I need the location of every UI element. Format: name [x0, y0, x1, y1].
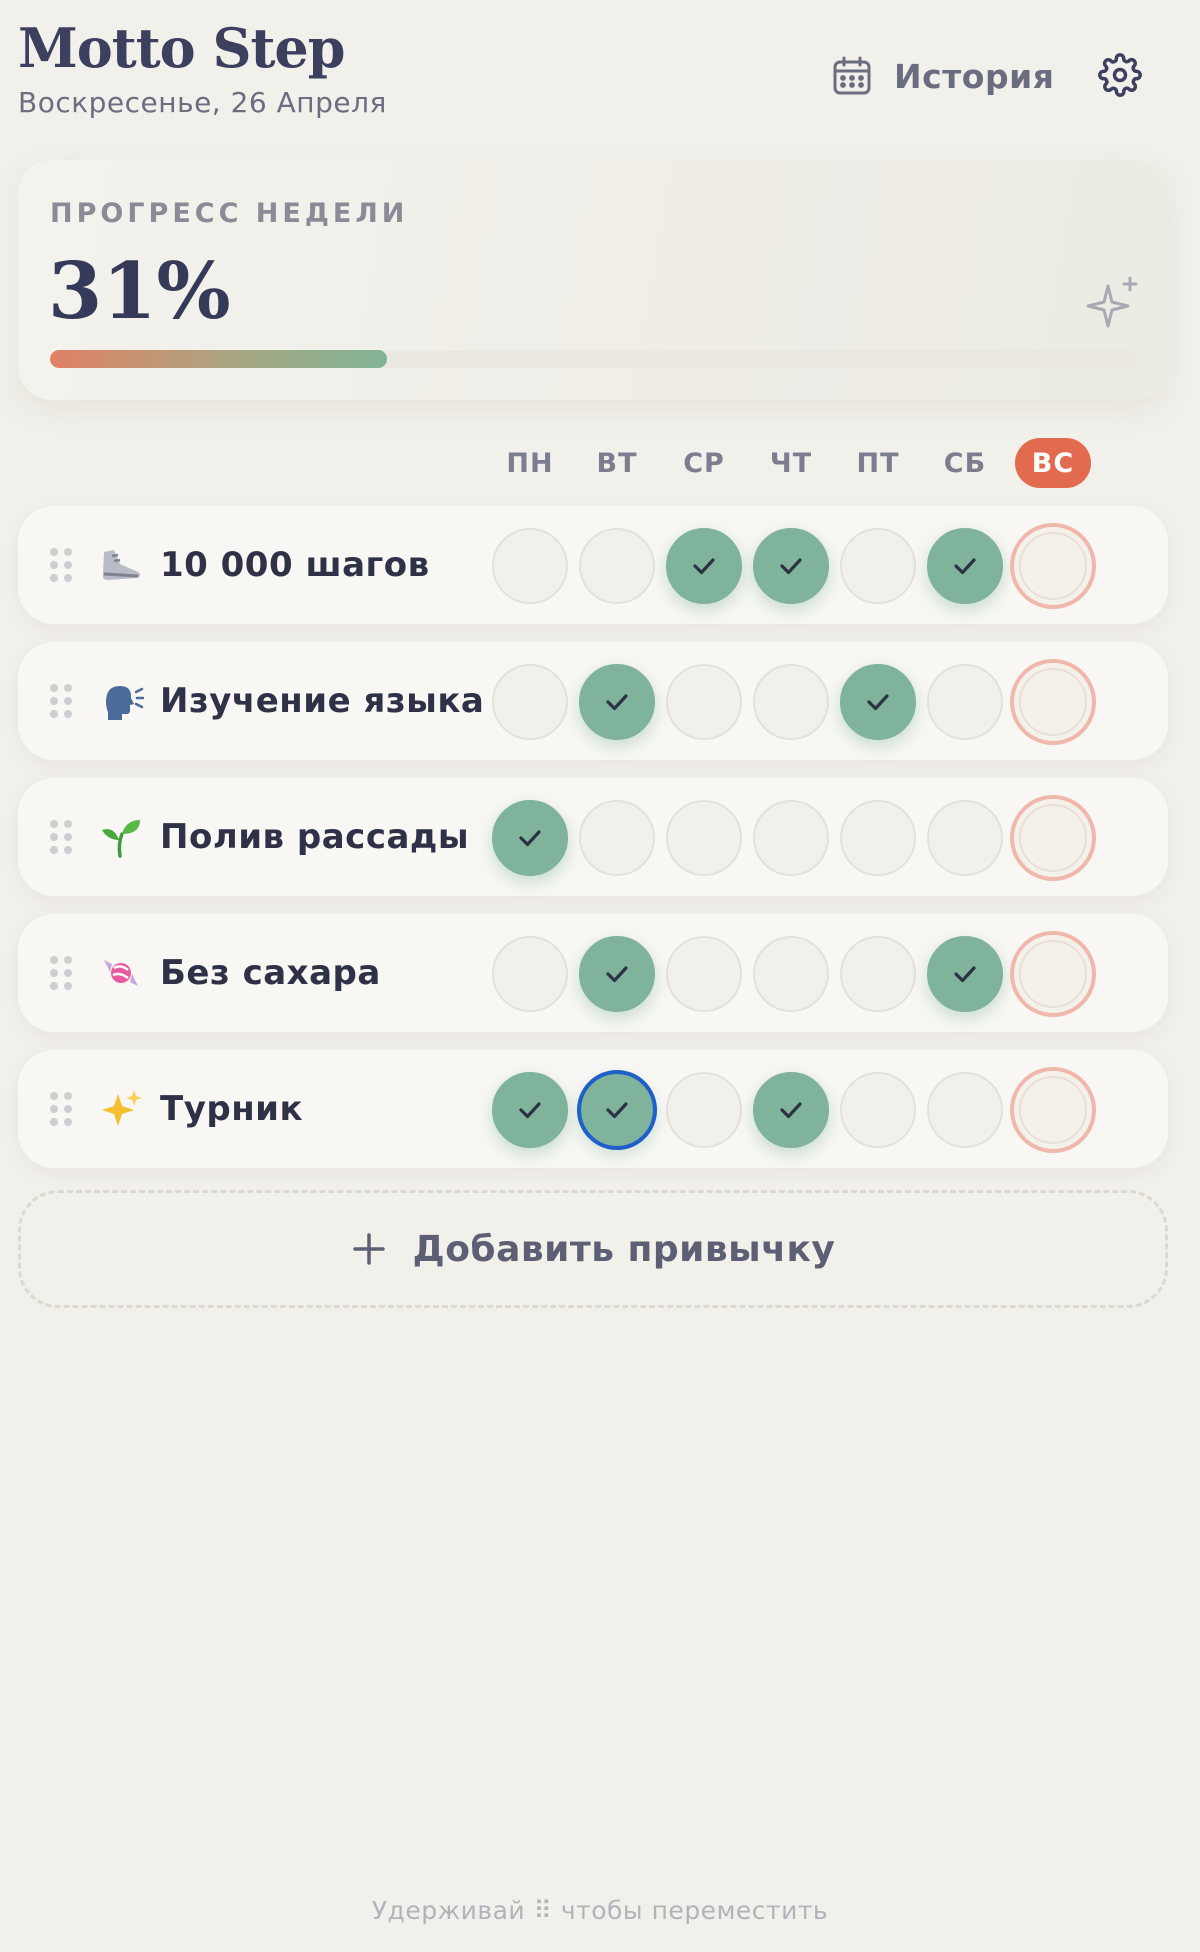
day-toggle-пн[interactable]	[492, 1072, 568, 1148]
day-toggle-чт[interactable]	[753, 800, 829, 876]
progress-percent: 31%	[48, 246, 231, 337]
day-toggle-чт[interactable]	[753, 1072, 829, 1148]
app-screen: Motto Step Воскресенье, 26 Апреля Истори…	[0, 0, 1200, 1952]
day-toggle-сб[interactable]	[927, 528, 1003, 604]
history-label: История	[894, 56, 1055, 96]
check-icon	[693, 558, 715, 575]
day-toggle-сб[interactable]	[927, 936, 1003, 1012]
check-icon	[867, 694, 889, 711]
weekday-label: ЧТ	[769, 447, 813, 479]
weekday-label: ВТ	[596, 447, 638, 479]
settings-button[interactable]	[1096, 50, 1144, 100]
day-toggle-пт[interactable]	[840, 1072, 916, 1148]
weekday-label: СБ	[943, 447, 987, 479]
check-icon	[519, 1102, 541, 1119]
current-date: Воскресенье, 26 Апреля	[18, 86, 387, 119]
day-toggle-чт[interactable]	[753, 664, 829, 740]
check-icon	[780, 558, 802, 575]
day-toggle-вт[interactable]	[579, 664, 655, 740]
progress-bar-fill	[50, 350, 387, 368]
check-icon	[519, 830, 541, 847]
day-toggle-пн[interactable]	[492, 528, 568, 604]
day-toggle-пт[interactable]	[840, 800, 916, 876]
day-toggle-сб[interactable]	[927, 664, 1003, 740]
day-toggle-сб[interactable]	[927, 800, 1003, 876]
candy-icon	[98, 950, 144, 996]
day-toggle-пн[interactable]	[492, 800, 568, 876]
add-habit-button[interactable]: Добавить привычку	[18, 1190, 1168, 1308]
add-habit-label: Добавить привычку	[412, 1228, 836, 1270]
drag-handle-icon[interactable]	[50, 684, 72, 718]
day-toggle-вт[interactable]	[579, 800, 655, 876]
day-toggle-чт[interactable]	[753, 528, 829, 604]
check-icon	[606, 694, 628, 711]
check-icon	[606, 1102, 628, 1119]
day-toggle-вт[interactable]	[579, 936, 655, 1012]
day-toggle-ср[interactable]	[666, 936, 742, 1012]
progress-bar	[50, 350, 1136, 368]
sparkles-icon	[98, 1086, 144, 1132]
day-toggle-сб[interactable]	[927, 1072, 1003, 1148]
habit-row: 10 000 шагов	[18, 506, 1168, 624]
habit-row: Изучение языка	[18, 642, 1168, 760]
habit-name[interactable]: Полив рассады	[160, 778, 469, 896]
drag-handle-icon[interactable]	[50, 548, 72, 582]
progress-label: ПРОГРЕСС НЕДЕЛИ	[50, 198, 409, 229]
plus-icon	[352, 1233, 385, 1265]
calendar-icon	[833, 56, 871, 95]
day-toggle-пт[interactable]	[840, 936, 916, 1012]
day-toggle-вс[interactable]	[1010, 659, 1096, 745]
weekday-label: ВС	[1015, 438, 1091, 488]
sparkle-icon	[1086, 276, 1138, 328]
gear-icon	[1098, 53, 1142, 97]
habit-name[interactable]: Турник	[160, 1050, 303, 1168]
day-toggle-вс[interactable]	[1010, 1067, 1096, 1153]
habit-name[interactable]: Изучение языка	[160, 642, 484, 760]
day-toggle-чт[interactable]	[753, 936, 829, 1012]
drag-handle-icon[interactable]	[50, 820, 72, 854]
day-toggle-вс[interactable]	[1010, 795, 1096, 881]
day-toggle-ср[interactable]	[666, 1072, 742, 1148]
day-toggle-пт[interactable]	[840, 664, 916, 740]
day-toggle-ср[interactable]	[666, 800, 742, 876]
habit-row: Турник	[18, 1050, 1168, 1168]
habit-row: Полив рассады	[18, 778, 1168, 896]
habit-name[interactable]: Без сахара	[160, 914, 381, 1032]
check-icon	[954, 966, 976, 983]
day-toggle-пн[interactable]	[492, 664, 568, 740]
app-title: Motto Step	[18, 16, 346, 80]
day-toggle-вс[interactable]	[1010, 931, 1096, 1017]
day-toggle-вт[interactable]	[579, 528, 655, 604]
seedling-icon	[98, 814, 144, 860]
day-toggle-ср[interactable]	[666, 528, 742, 604]
habit-name[interactable]: 10 000 шагов	[160, 506, 430, 624]
habit-row: Без сахара	[18, 914, 1168, 1032]
weekday-label: СР	[683, 447, 725, 479]
weekly-progress-card: ПРОГРЕСС НЕДЕЛИ 31%	[18, 160, 1168, 400]
sneaker-icon	[98, 542, 144, 588]
speaking-head-icon	[98, 678, 145, 724]
day-toggle-пт[interactable]	[840, 528, 916, 604]
weekday-label: ПН	[506, 447, 554, 479]
drag-handle-icon[interactable]	[50, 956, 72, 990]
check-icon	[780, 1102, 802, 1119]
check-icon	[954, 558, 976, 575]
day-toggle-пн[interactable]	[492, 936, 568, 1012]
drag-handle-icon[interactable]	[50, 1092, 72, 1126]
day-toggle-ср[interactable]	[666, 664, 742, 740]
weekday-label: ПТ	[856, 447, 900, 479]
history-button[interactable]: История	[830, 48, 1054, 104]
day-toggle-вт[interactable]	[577, 1070, 657, 1150]
check-icon	[606, 966, 628, 983]
day-toggle-вс[interactable]	[1010, 523, 1096, 609]
drag-hint: Удерживай ⠿ чтобы переместить	[371, 1896, 829, 1925]
